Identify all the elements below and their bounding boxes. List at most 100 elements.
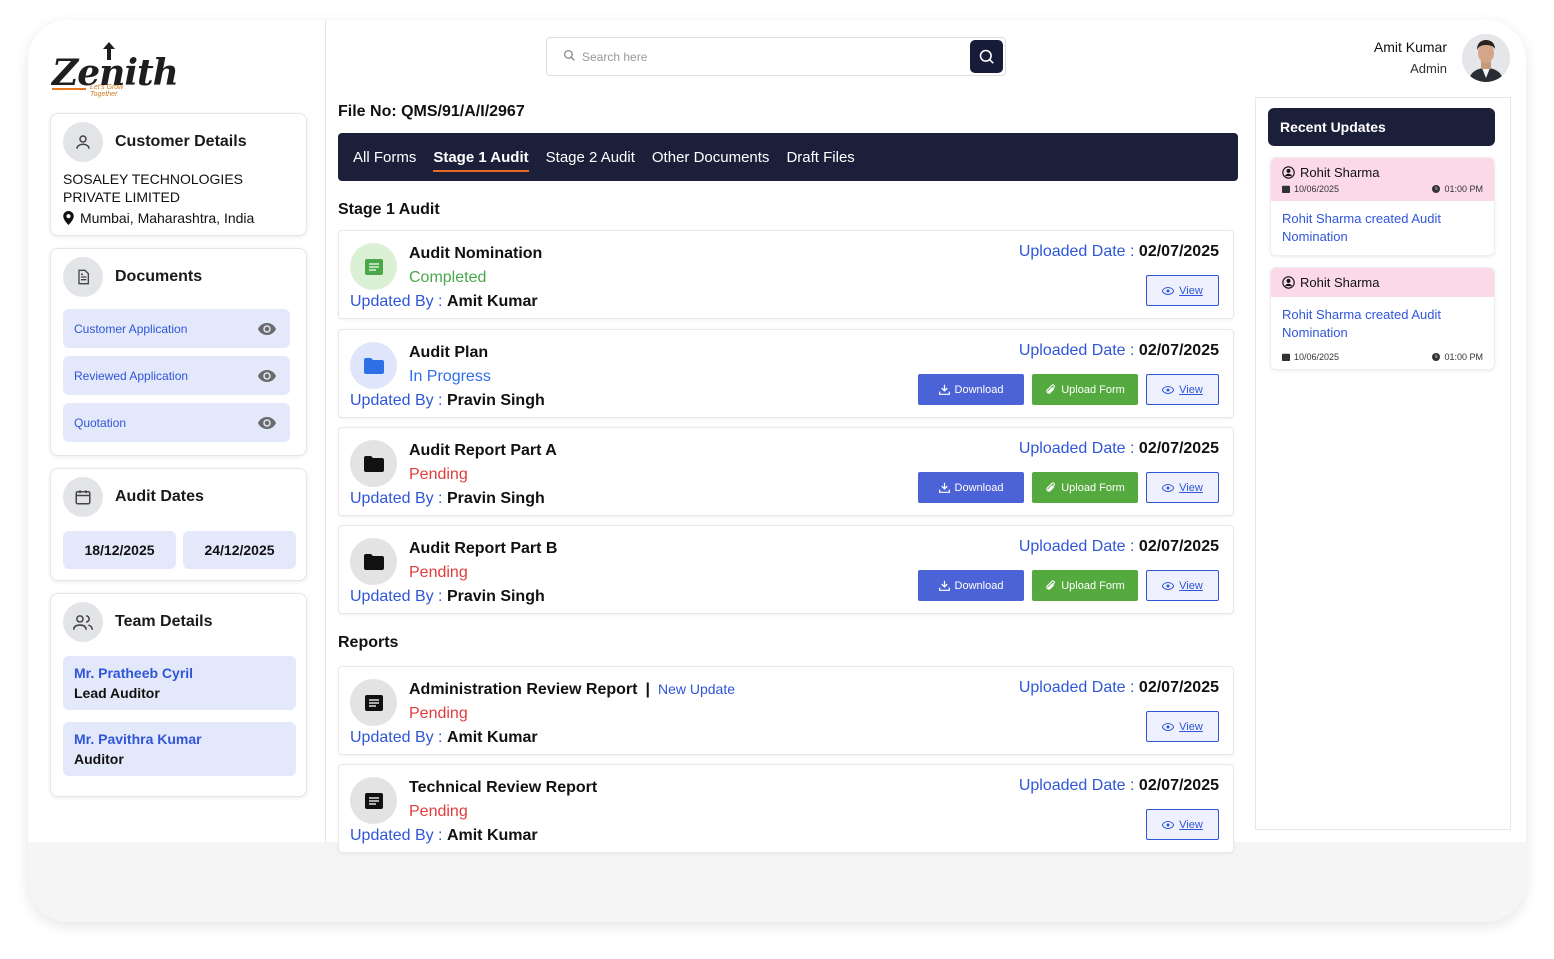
document-item-reviewed-application[interactable]: Reviewed Application	[63, 356, 290, 395]
view-button[interactable]: View	[1146, 472, 1219, 503]
tab-all-forms[interactable]: All Forms	[353, 145, 416, 170]
updated-by-label: Updated By :	[350, 293, 443, 310]
update-card[interactable]: Rohit Sharma Rohit Sharma created Audit …	[1270, 267, 1495, 370]
eye-icon[interactable]	[258, 416, 276, 429]
status-text: Completed	[409, 269, 487, 286]
list-item: Audit Plan In Progress Updated By : Prav…	[338, 329, 1234, 418]
avatar[interactable]	[1462, 34, 1510, 82]
paperclip-icon	[1046, 482, 1056, 492]
card-title: Team Details	[115, 613, 213, 630]
tab-stage-1-audit[interactable]: Stage 1 Audit	[433, 145, 529, 172]
view-label: View	[1179, 579, 1203, 592]
user-photo	[1462, 34, 1510, 82]
search-button[interactable]	[970, 40, 1003, 73]
uploaded-date-value: 02/07/2025	[1138, 679, 1219, 696]
view-label: View	[1179, 284, 1203, 297]
team-member: Mr. Pratheeb Cyril Lead Auditor	[63, 656, 296, 710]
eye-icon[interactable]	[258, 322, 276, 335]
team-member-name: Mr. Pratheeb Cyril	[74, 665, 194, 681]
download-button[interactable]: Download	[918, 570, 1024, 601]
uploaded-date-value: 02/07/2025	[1138, 342, 1219, 359]
logo-tagline: Let's Grow Together	[90, 84, 124, 98]
view-button[interactable]: View	[1146, 809, 1219, 840]
customer-location: Mumbai, Maharashtra, India	[63, 210, 254, 226]
tab-stage-2-audit[interactable]: Stage 2 Audit	[546, 145, 635, 170]
document-label: Quotation	[74, 415, 127, 430]
updated-by-label: Updated By :	[350, 588, 443, 605]
download-button[interactable]: Download	[918, 472, 1024, 503]
update-time-text: 01:00 PM	[1444, 184, 1483, 194]
user-icon	[63, 122, 103, 162]
update-text: Rohit Sharma created Audit Nomination	[1282, 307, 1441, 340]
download-label: Download	[954, 481, 1004, 494]
file-number: File No: QMS/91/A/I/2967	[338, 103, 525, 120]
uploaded-date-value: 02/07/2025	[1138, 777, 1219, 794]
updated-by-value: Pravin Singh	[446, 392, 545, 409]
tab-draft-files[interactable]: Draft Files	[786, 145, 854, 170]
view-button[interactable]: View	[1146, 275, 1219, 306]
item-title: Audit Report Part B	[409, 540, 558, 557]
document-label: Reviewed Application	[74, 368, 189, 383]
eye-icon	[1162, 286, 1175, 295]
document-item-customer-application[interactable]: Customer Application	[63, 309, 290, 348]
section-title-reports: Reports	[338, 634, 399, 651]
form-icon	[350, 243, 397, 290]
uploaded-date-label: Uploaded Date :	[1018, 243, 1135, 260]
new-update-badge[interactable]: New Update	[658, 681, 735, 697]
updated-by-label: Updated By :	[350, 827, 443, 844]
upload-form-label: Upload Form	[1061, 579, 1125, 592]
update-text: Rohit Sharma created Audit Nomination	[1282, 211, 1441, 244]
tab-other-documents[interactable]: Other Documents	[652, 145, 770, 170]
zenith-logo[interactable]: Zenith Let's Grow Together	[52, 42, 179, 98]
status-text: Pending	[409, 466, 468, 483]
search-input[interactable]: Search here	[582, 50, 647, 64]
download-icon	[938, 580, 950, 591]
uploaded-date-label: Uploaded Date :	[1018, 679, 1135, 696]
item-title: Audit Report Part A	[409, 442, 557, 459]
eye-icon	[1162, 820, 1175, 829]
item-title: Technical Review Report	[409, 779, 598, 796]
eye-icon	[1162, 385, 1175, 394]
item-title-text: Administration Review Report	[409, 681, 638, 698]
user-role: Admin	[1410, 61, 1447, 76]
upload-form-button[interactable]: Upload Form	[1032, 374, 1138, 405]
uploaded-date: Uploaded Date : 02/07/2025	[1019, 777, 1219, 795]
team-member: Mr. Pavithra Kumar Auditor	[63, 722, 296, 776]
clock-icon	[1432, 353, 1441, 361]
view-button[interactable]: View	[1146, 374, 1219, 405]
card-title: Audit Dates	[115, 488, 204, 505]
audit-end-date: 24/12/2025	[183, 531, 296, 569]
view-button[interactable]: View	[1146, 570, 1219, 601]
customer-name: SOSALEY TECHNOLOGIES PRIVATE LIMITED	[63, 171, 243, 205]
report-icon	[350, 777, 397, 824]
view-button[interactable]: View	[1146, 711, 1219, 742]
tab-bar: All Forms Stage 1 Audit Stage 2 Audit Ot…	[338, 133, 1238, 181]
upload-form-button[interactable]: Upload Form	[1032, 570, 1138, 601]
uploaded-date-label: Uploaded Date :	[1018, 538, 1135, 555]
update-card[interactable]: Rohit Sharma 10/06/2025 01:00 PM Rohit S…	[1270, 157, 1495, 256]
download-button[interactable]: Download	[918, 374, 1024, 405]
search-bar[interactable]: Search here	[546, 37, 1006, 76]
document-item-quotation[interactable]: Quotation	[63, 403, 290, 442]
eye-icon	[1162, 483, 1175, 492]
updated-by-label: Updated By :	[350, 729, 443, 746]
uploaded-date: Uploaded Date : 02/07/2025	[1019, 538, 1219, 556]
team-member-name: Mr. Pavithra Kumar	[74, 731, 202, 747]
list-item: Audit Report Part B Pending Updated By :…	[338, 525, 1234, 614]
eye-icon[interactable]	[258, 369, 276, 382]
updated-by-value: Amit Kumar	[446, 293, 538, 310]
updated-by-value: Pravin Singh	[446, 490, 545, 507]
upload-form-button[interactable]: Upload Form	[1032, 472, 1138, 503]
updated-by: Updated By : Pravin Singh	[350, 588, 545, 606]
eye-icon	[1162, 581, 1175, 590]
item-title: Audit Plan	[409, 344, 489, 361]
uploaded-date: Uploaded Date : 02/07/2025	[1019, 440, 1219, 458]
clock-icon	[1432, 185, 1441, 193]
status-text: Pending	[409, 705, 468, 722]
view-label: View	[1179, 818, 1203, 831]
updated-by-label: Updated By :	[350, 490, 443, 507]
uploaded-date: Uploaded Date : 02/07/2025	[1019, 243, 1219, 261]
sidebar: Zenith Let's Grow Together Customer Deta…	[28, 20, 326, 842]
folder-icon	[350, 342, 397, 389]
card-title: Customer Details	[115, 133, 247, 150]
